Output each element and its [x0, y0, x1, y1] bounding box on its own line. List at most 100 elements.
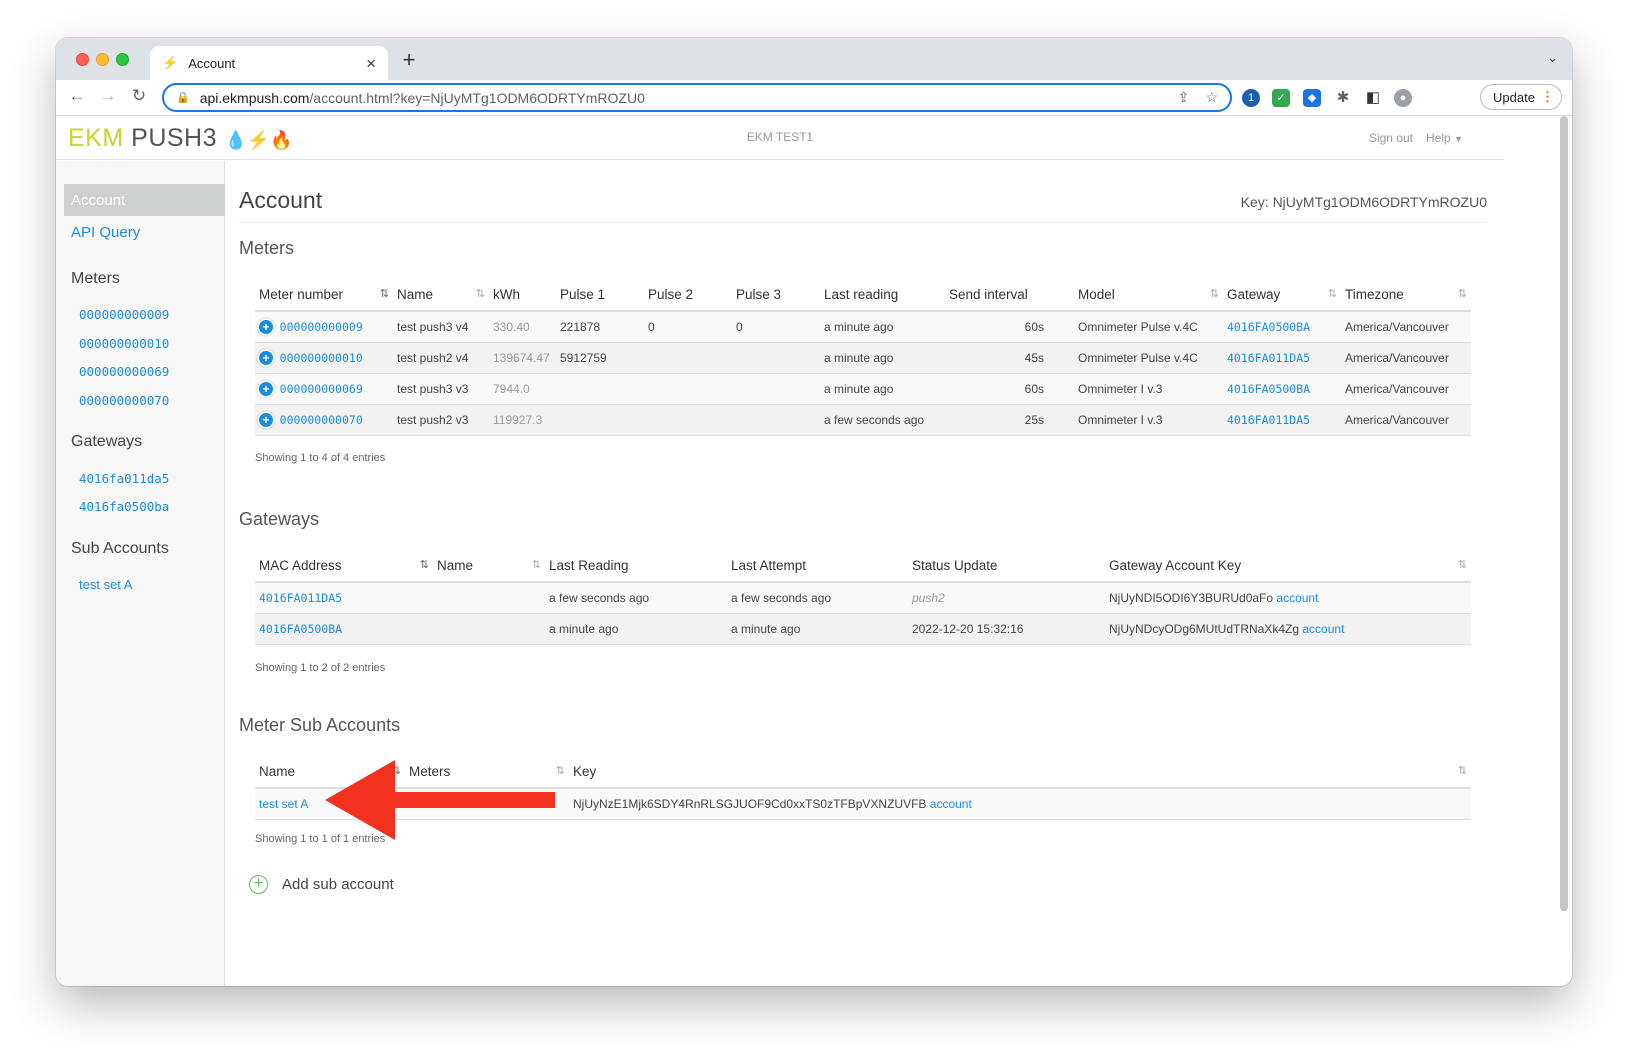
extension-blue-icon[interactable]: ◆	[1303, 89, 1321, 107]
back-icon[interactable]: ←	[66, 86, 88, 106]
gateway-mac-link[interactable]: 4016FA0500BA	[259, 622, 342, 636]
col-last-reading[interactable]: Last reading	[820, 279, 945, 312]
col-pulse-2[interactable]: Pulse 2	[644, 279, 732, 312]
share-icon[interactable]: ⇪	[1178, 89, 1190, 106]
col-pulse-3[interactable]: Pulse 3	[732, 279, 820, 312]
expand-row-icon[interactable]: +	[259, 381, 273, 396]
gateways-section-title: Gateways	[239, 509, 320, 529]
update-button[interactable]: Update ⋮	[1480, 84, 1562, 110]
gateway-status-update: push2	[908, 582, 1105, 614]
col-gateway-name[interactable]: Name ⇅	[433, 550, 545, 583]
puzzle-icon[interactable]: ✱	[1334, 89, 1352, 107]
gateway-mac-link[interactable]: 4016FA011DA5	[259, 591, 342, 605]
col-model[interactable]: Model ⇅	[1074, 279, 1223, 312]
new-tab-icon[interactable]: +	[396, 47, 422, 73]
expand-row-icon[interactable]: +	[259, 350, 273, 365]
col-gateway-account-key[interactable]: Gateway Account Key ⇅	[1105, 550, 1471, 583]
sidebar-item-api-query[interactable]: API Query	[71, 224, 140, 241]
meter-gateway-link[interactable]: 4016FA0500BA	[1227, 382, 1310, 396]
sign-out-link[interactable]: Sign out	[1369, 131, 1413, 145]
add-sub-account-button[interactable]: + Add sub account	[249, 875, 394, 894]
address-bar[interactable]: 🔒 api.ekmpush.com/account.html?key=NjUyM…	[162, 83, 1232, 112]
meter-link[interactable]: 000000000070	[280, 413, 363, 427]
lock-icon: 🔒	[176, 92, 190, 104]
meter-pulse-2	[644, 404, 732, 436]
gateway-account-link[interactable]: account	[1276, 591, 1318, 605]
sort-icon: ⇅	[1457, 559, 1467, 571]
meter-name: test push3 v3	[393, 373, 489, 405]
meter-last-reading: a minute ago	[820, 342, 945, 374]
meter-model: Omnimeter I v.3	[1074, 373, 1223, 405]
col-sub-key[interactable]: Key ⇅	[569, 756, 1471, 789]
meter-pulse-1: 5912759	[556, 342, 644, 374]
sidebar-gateways-heading: Gateways	[71, 433, 143, 450]
sidebar-item-account[interactable]: Account	[64, 184, 225, 216]
meter-kwh: 139674.47	[489, 342, 556, 374]
sidebar-meter-link[interactable]: 000000000010	[79, 336, 169, 351]
vertical-scrollbar[interactable]	[1560, 116, 1568, 911]
sidebar-meter-link[interactable]: 000000000069	[79, 364, 169, 379]
meter-name: test push3 v4	[393, 311, 489, 343]
subaccount-account-link[interactable]: account	[930, 797, 972, 811]
more-menu-icon: ⋮	[1541, 89, 1554, 104]
gateway-last-attempt: a minute ago	[727, 613, 908, 645]
annotation-arrow-shape	[325, 760, 555, 840]
gateway-account-link[interactable]: account	[1302, 622, 1344, 636]
browser-window: ⚡ Account × + ⌄ ← → ↻ 🔒 api.ekmpush.com/…	[56, 38, 1572, 986]
expand-row-icon[interactable]: +	[259, 319, 273, 334]
col-kwh[interactable]: kWh	[489, 279, 556, 312]
sort-asc-icon: ⇅	[419, 559, 429, 571]
sidebar-subaccount-link[interactable]: test set A	[79, 577, 132, 592]
gateway-status-update: 2022-12-20 15:32:16	[908, 613, 1105, 645]
col-gateway[interactable]: Gateway ⇅	[1223, 279, 1341, 312]
help-menu[interactable]: Help ▼	[1426, 131, 1463, 145]
meter-gateway-link[interactable]: 4016FA011DA5	[1227, 351, 1310, 365]
close-window-button[interactable]	[76, 53, 89, 66]
gateway-name	[433, 613, 545, 645]
meter-link[interactable]: 000000000069	[280, 382, 363, 396]
meter-timezone: America/Vancouver	[1341, 342, 1471, 374]
meter-send-interval: 60s	[945, 311, 1074, 343]
sidebar-gateway-link[interactable]: 4016fa011da5	[79, 471, 169, 486]
sidebar-meter-link[interactable]: 000000000009	[79, 307, 169, 322]
meter-model: Omnimeter Pulse v.4C	[1074, 342, 1223, 374]
star-icon[interactable]: ☆	[1205, 89, 1218, 106]
lightning-favicon-icon: ⚡	[162, 55, 179, 70]
meter-pulse-2	[644, 342, 732, 374]
minimize-window-button[interactable]	[96, 53, 109, 66]
forward-icon[interactable]: →	[97, 86, 119, 106]
meter-pulse-3	[732, 373, 820, 405]
col-send-interval[interactable]: Send interval	[945, 279, 1074, 312]
meter-link[interactable]: 000000000010	[280, 351, 363, 365]
title-divider	[239, 222, 1487, 223]
meters-section-title: Meters	[239, 238, 295, 258]
zoom-window-button[interactable]	[116, 53, 129, 66]
password-manager-icon[interactable]: 1	[1242, 89, 1260, 107]
add-sub-account-label: Add sub account	[282, 876, 394, 893]
profile-avatar-icon[interactable]: ●	[1394, 89, 1412, 107]
col-last-attempt[interactable]: Last Attempt	[727, 550, 908, 583]
col-timezone[interactable]: Timezone ⇅	[1341, 279, 1471, 312]
col-last-reading[interactable]: Last Reading	[545, 550, 727, 583]
meter-last-reading: a minute ago	[820, 311, 945, 343]
tab-account[interactable]: ⚡ Account ×	[150, 46, 388, 80]
col-pulse-1[interactable]: Pulse 1	[556, 279, 644, 312]
expand-row-icon[interactable]: +	[259, 412, 273, 427]
close-tab-icon[interactable]: ×	[366, 55, 376, 72]
col-mac-address[interactable]: MAC Address ⇅	[255, 550, 433, 583]
tab-strip: ⚡ Account × + ⌄	[56, 38, 1572, 80]
meter-gateway-link[interactable]: 4016FA0500BA	[1227, 320, 1310, 334]
sidebar-toggle-icon[interactable]: ◧	[1364, 89, 1382, 107]
chevron-down-icon[interactable]: ⌄	[1547, 50, 1558, 66]
reload-icon[interactable]: ↻	[128, 86, 150, 106]
col-name[interactable]: Name ⇅	[393, 279, 489, 312]
subaccount-name-link[interactable]: test set A	[259, 797, 308, 811]
sidebar: Account API Query Meters 000000000009 00…	[56, 161, 225, 986]
meter-link[interactable]: 000000000009	[280, 320, 363, 334]
col-meter-number[interactable]: Meter number ⇅	[255, 279, 393, 312]
col-status-update[interactable]: Status Update	[908, 550, 1105, 583]
sidebar-gateway-link[interactable]: 4016fa0500ba	[79, 499, 169, 514]
meter-gateway-link[interactable]: 4016FA011DA5	[1227, 413, 1310, 427]
sidebar-meter-link[interactable]: 000000000070	[79, 393, 169, 408]
shield-icon[interactable]: ✓	[1272, 89, 1290, 107]
